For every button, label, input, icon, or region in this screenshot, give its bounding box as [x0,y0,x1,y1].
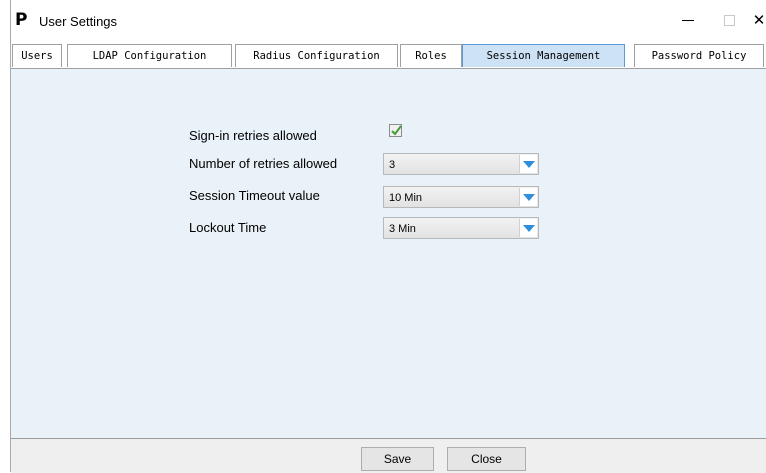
close-button[interactable]: Close [447,447,526,471]
chevron-down-icon[interactable] [519,155,537,173]
save-button[interactable]: Save [361,447,434,471]
retries-label: Number of retries allowed [189,156,338,171]
retries-value: 3 [389,159,396,171]
retries-dropdown[interactable]: 3 [383,153,539,175]
user-settings-window: P User Settings ✕ Users LDAP Configurati… [10,0,766,473]
app-logo-icon: P [15,10,28,30]
timeout-value: 10 Min [389,192,423,204]
maximize-button[interactable] [714,8,744,32]
lockout-label: Lockout Time [189,220,267,235]
timeout-label: Session Timeout value [189,188,320,203]
signin-retries-label: Sign-in retries allowed [189,128,317,143]
window-title: User Settings [39,14,118,29]
tab-password-policy[interactable]: Password Policy [634,44,764,67]
tab-users[interactable]: Users [12,44,62,67]
tab-radius-configuration[interactable]: Radius Configuration [235,44,398,67]
chevron-down-icon[interactable] [519,219,537,237]
lockout-dropdown[interactable]: 3 Min [383,217,539,239]
tab-session-management[interactable]: Session Management [462,44,625,67]
tab-strip: Users LDAP Configuration Radius Configur… [11,44,766,69]
chevron-down-icon[interactable] [519,188,537,206]
timeout-dropdown[interactable]: 10 Min [383,186,539,208]
checkmark-icon [391,125,402,136]
dialog-footer: Save Close [11,438,766,473]
tab-ldap-configuration[interactable]: LDAP Configuration [67,44,232,67]
close-window-button[interactable]: ✕ [744,8,766,32]
signin-retries-checkbox[interactable] [389,124,402,137]
lockout-value: 3 Min [389,223,416,235]
minimize-button[interactable] [673,8,703,32]
tab-roles[interactable]: Roles [400,44,462,67]
title-bar[interactable]: P User Settings ✕ [11,0,766,38]
session-management-panel: Sign-in retries allowed Number of retrie… [11,69,766,438]
